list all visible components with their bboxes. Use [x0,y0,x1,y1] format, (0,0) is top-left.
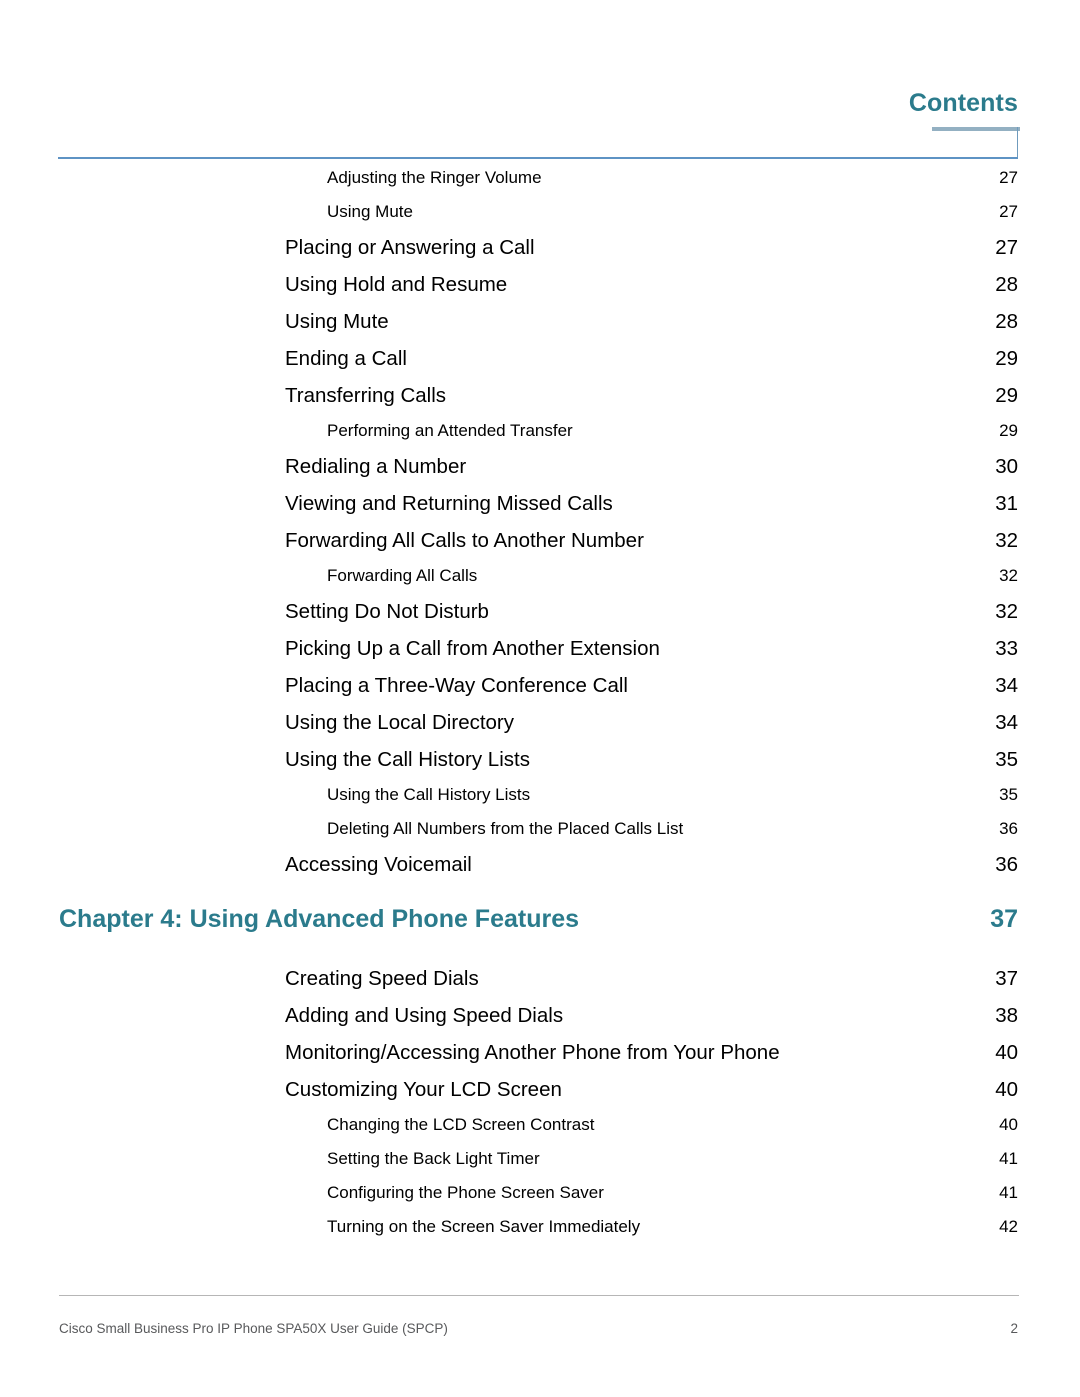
toc-entry-label: Ending a Call [285,347,407,370]
toc-entry-label: Placing a Three-Way Conference Call [285,674,628,697]
toc-entry-row[interactable]: Forwarding All Calls to Another Number 32 [0,529,1080,566]
toc-entry-label: Turning on the Screen Saver Immediately [327,1217,641,1236]
toc-entry-label: Monitoring/Accessing Another Phone from … [285,1041,780,1064]
toc-entry-label: Changing the LCD Screen Contrast [327,1115,595,1134]
toc-entry-label: Transferring Calls [285,384,447,407]
toc-entry-row[interactable]: Accessing Voicemail 36 [0,853,1080,890]
footer-page-number: 2 [1010,1321,1018,1336]
toc-entry-row[interactable]: Using Mute 27 [0,202,1080,236]
toc-entry-row[interactable]: Using the Local Directory 34 [0,711,1080,748]
toc-entry-page-number: 27 [995,236,1018,259]
toc-entry-row[interactable]: Using the Call History Lists 35 [0,785,1080,819]
toc-entry-label: Using Hold and Resume [285,273,508,296]
toc-entry-row[interactable]: Turning on the Screen Saver Immediately 4… [0,1217,1080,1251]
toc-entry-row[interactable]: Forwarding All Calls 32 [0,566,1080,600]
toc-entry-label: Picking Up a Call from Another Extension [285,637,660,660]
toc-entry-row[interactable]: Redialing a Number 30 [0,455,1080,492]
toc-chapter-page-number: 37 [990,905,1018,933]
toc-entry-row[interactable]: Setting the Back Light Timer 41 [0,1149,1080,1183]
toc-entry-label: Forwarding All Calls [327,566,478,585]
toc-entry-page-number: 30 [995,455,1018,478]
toc-entry-label: Creating Speed Dials [285,967,479,990]
footer-rule [59,1295,1019,1296]
toc-entry-row[interactable]: Ending a Call 29 [0,347,1080,384]
toc-entry-row[interactable]: Using the Call History Lists 35 [0,748,1080,785]
toc-entry-page-number: 40 [999,1115,1018,1134]
footer-document-title: Cisco Small Business Pro IP Phone SPA50X… [59,1321,448,1336]
toc-entry-label: Adjusting the Ringer Volume [327,168,542,187]
toc-entry-label: Setting the Back Light Timer [327,1149,540,1168]
toc-entry-page-number: 34 [995,711,1018,734]
toc-entry-page-number: 28 [995,310,1018,333]
toc-entry-row[interactable]: Monitoring/Accessing Another Phone from … [0,1041,1080,1078]
header-vertical-rule [1017,127,1018,159]
toc-entry-label: Viewing and Returning Missed Calls [285,492,613,515]
toc-entry-page-number: 35 [999,785,1018,804]
toc-entry-page-number: 32 [995,529,1018,552]
toc-entry-page-number: 27 [999,202,1018,221]
toc-entry-label: Configuring the Phone Screen Saver [327,1183,604,1202]
toc-entry-page-number: 41 [999,1183,1018,1202]
toc-entry-page-number: 36 [995,853,1018,876]
header-horizontal-rule [58,157,1018,159]
toc-entry-row[interactable]: Transferring Calls 29 [0,384,1080,421]
toc-entry-page-number: 32 [995,600,1018,623]
toc-entry-row[interactable]: Picking Up a Call from Another Extension… [0,637,1080,674]
toc-entry-row[interactable]: Customizing Your LCD Screen 40 [0,1078,1080,1115]
toc-entry-label: Using Mute [285,310,389,333]
toc-entry-label: Using the Local Directory [285,711,515,734]
toc-entry-page-number: 31 [995,492,1018,515]
toc-entry-page-number: 29 [995,347,1018,370]
toc-entry-label: Customizing Your LCD Screen [285,1078,562,1101]
toc-entry-row[interactable]: Adding and Using Speed Dials 38 [0,1004,1080,1041]
toc-entry-row[interactable]: Deleting All Numbers from the Placed Cal… [0,819,1080,853]
toc-chapter-label: Chapter 4: Using Advanced Phone Features [59,905,580,933]
toc-entry-label: Using the Call History Lists [285,748,530,771]
toc-chapter-row[interactable]: Chapter 4: Using Advanced Phone Features… [0,905,1080,961]
toc-entry-row[interactable]: Using Mute 28 [0,310,1080,347]
toc-entry-page-number: 32 [999,566,1018,585]
page-header: Contents [0,0,1080,165]
toc-entry-page-number: 40 [995,1078,1018,1101]
toc-entry-page-number: 37 [995,967,1018,990]
toc-entry-label: Performing an Attended Transfer [327,421,573,440]
toc-entry-page-number: 38 [995,1004,1018,1027]
toc-entry-label: Using Mute [327,202,413,221]
toc-entry-page-number: 42 [999,1217,1018,1236]
toc-entry-label: Using the Call History Lists [327,785,531,804]
toc-entry-row[interactable]: Setting Do Not Disturb 32 [0,600,1080,637]
toc-entry-page-number: 29 [995,384,1018,407]
toc-entry-page-number: 33 [995,637,1018,660]
toc-entry-label: Redialing a Number [285,455,467,478]
document-page: Contents Adjusting the Ringer Volume 27 Us… [0,0,1080,1397]
toc-entry-page-number: 41 [999,1149,1018,1168]
toc-entry-row[interactable]: Creating Speed Dials 37 [0,967,1080,1004]
table-of-contents: Adjusting the Ringer Volume 27 Using Mute 2… [0,168,1080,1251]
header-accent-bar [932,127,1020,131]
toc-entry-label: Accessing Voicemail [285,853,472,876]
toc-entry-label: Adding and Using Speed Dials [285,1004,564,1027]
toc-entry-page-number: 28 [995,273,1018,296]
toc-entry-page-number: 27 [999,168,1018,187]
page-title: Contents [908,89,1018,117]
toc-entry-row[interactable]: Changing the LCD Screen Contrast 40 [0,1115,1080,1149]
toc-entry-row[interactable]: Placing or Answering a Call 27 [0,236,1080,273]
toc-entry-row[interactable]: Viewing and Returning Missed Calls 31 [0,492,1080,529]
page-footer: Cisco Small Business Pro IP Phone SPA50X… [0,1287,1080,1397]
toc-entry-page-number: 36 [999,819,1018,838]
toc-entry-page-number: 40 [995,1041,1018,1064]
toc-entry-row[interactable]: Adjusting the Ringer Volume 27 [0,168,1080,202]
toc-entry-page-number: 35 [995,748,1018,771]
toc-entry-row[interactable]: Placing a Three-Way Conference Call 34 [0,674,1080,711]
toc-entry-row[interactable]: Performing an Attended Transfer 29 [0,421,1080,455]
toc-entry-row[interactable]: Configuring the Phone Screen Saver 41 [0,1183,1080,1217]
toc-entry-label: Forwarding All Calls to Another Number [285,529,644,552]
toc-entry-label: Setting Do Not Disturb [285,600,489,623]
toc-entry-page-number: 29 [999,421,1018,440]
toc-entry-page-number: 34 [995,674,1018,697]
toc-entry-row[interactable]: Using Hold and Resume 28 [0,273,1080,310]
toc-entry-label: Deleting All Numbers from the Placed Cal… [327,819,684,838]
toc-entry-label: Placing or Answering a Call [285,236,535,259]
